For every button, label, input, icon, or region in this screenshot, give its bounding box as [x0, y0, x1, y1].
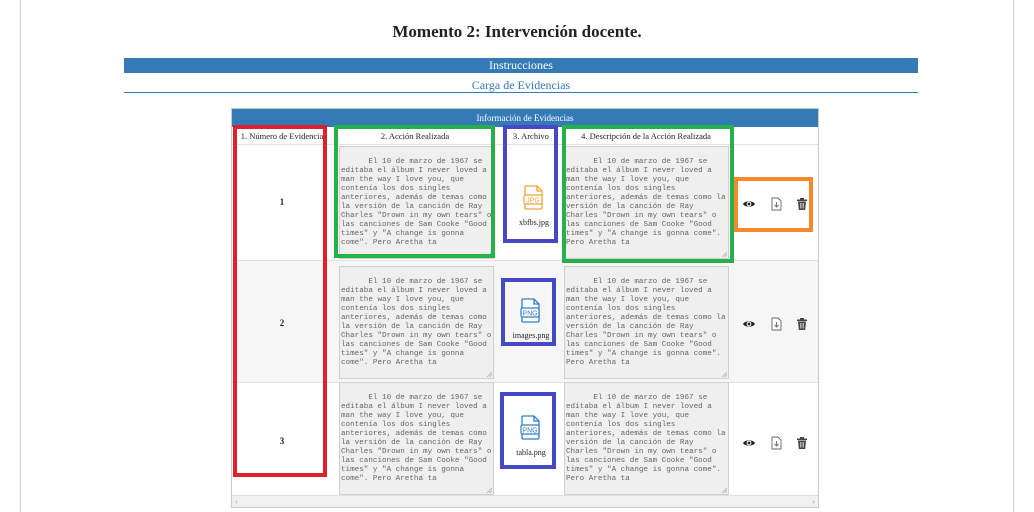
- trash-icon[interactable]: [795, 436, 809, 450]
- description-text: El 10 de marzo de 1967 se editaba el álb…: [566, 394, 726, 483]
- trash-icon[interactable]: [795, 317, 809, 331]
- file-highlight-2: [501, 278, 556, 346]
- file-highlight-3: [500, 392, 556, 469]
- number-column-highlight: [233, 125, 327, 477]
- description-text: El 10 de marzo de 1967 se editaba el álb…: [566, 278, 726, 367]
- eye-icon[interactable]: [742, 317, 756, 331]
- file-highlight-1: [503, 125, 558, 243]
- left-border: [20, 0, 21, 512]
- upload-evidence-tab[interactable]: Carga de Evidencias: [124, 77, 918, 93]
- resize-grip-icon[interactable]: [721, 371, 727, 377]
- action-text: El 10 de marzo de 1967 se editaba el álb…: [341, 394, 492, 483]
- instructions-tab[interactable]: Instrucciones: [124, 58, 918, 73]
- scroll-left-icon[interactable]: ‹: [235, 496, 238, 507]
- resize-grip-icon[interactable]: [486, 487, 492, 493]
- right-border: [1013, 0, 1014, 512]
- action-column-highlight: [334, 125, 495, 258]
- action-textarea[interactable]: El 10 de marzo de 1967 se editaba el álb…: [339, 266, 494, 379]
- horizontal-scrollbar[interactable]: ‹ ›: [232, 495, 818, 507]
- action-text: El 10 de marzo de 1967 se editaba el álb…: [341, 278, 492, 367]
- resize-grip-icon[interactable]: [486, 371, 492, 377]
- download-icon[interactable]: [769, 436, 783, 450]
- download-icon[interactable]: [769, 317, 783, 331]
- actions-highlight: [734, 177, 813, 232]
- page-title: Momento 2: Intervención docente.: [392, 22, 642, 41]
- description-textarea[interactable]: El 10 de marzo de 1967 se editaba el álb…: [564, 382, 729, 495]
- action-textarea[interactable]: El 10 de marzo de 1967 se editaba el álb…: [339, 382, 494, 495]
- description-column-highlight: [562, 125, 734, 263]
- description-textarea[interactable]: El 10 de marzo de 1967 se editaba el álb…: [564, 266, 729, 379]
- eye-icon[interactable]: [742, 436, 756, 450]
- resize-grip-icon[interactable]: [721, 487, 727, 493]
- scroll-right-icon[interactable]: ›: [812, 496, 815, 507]
